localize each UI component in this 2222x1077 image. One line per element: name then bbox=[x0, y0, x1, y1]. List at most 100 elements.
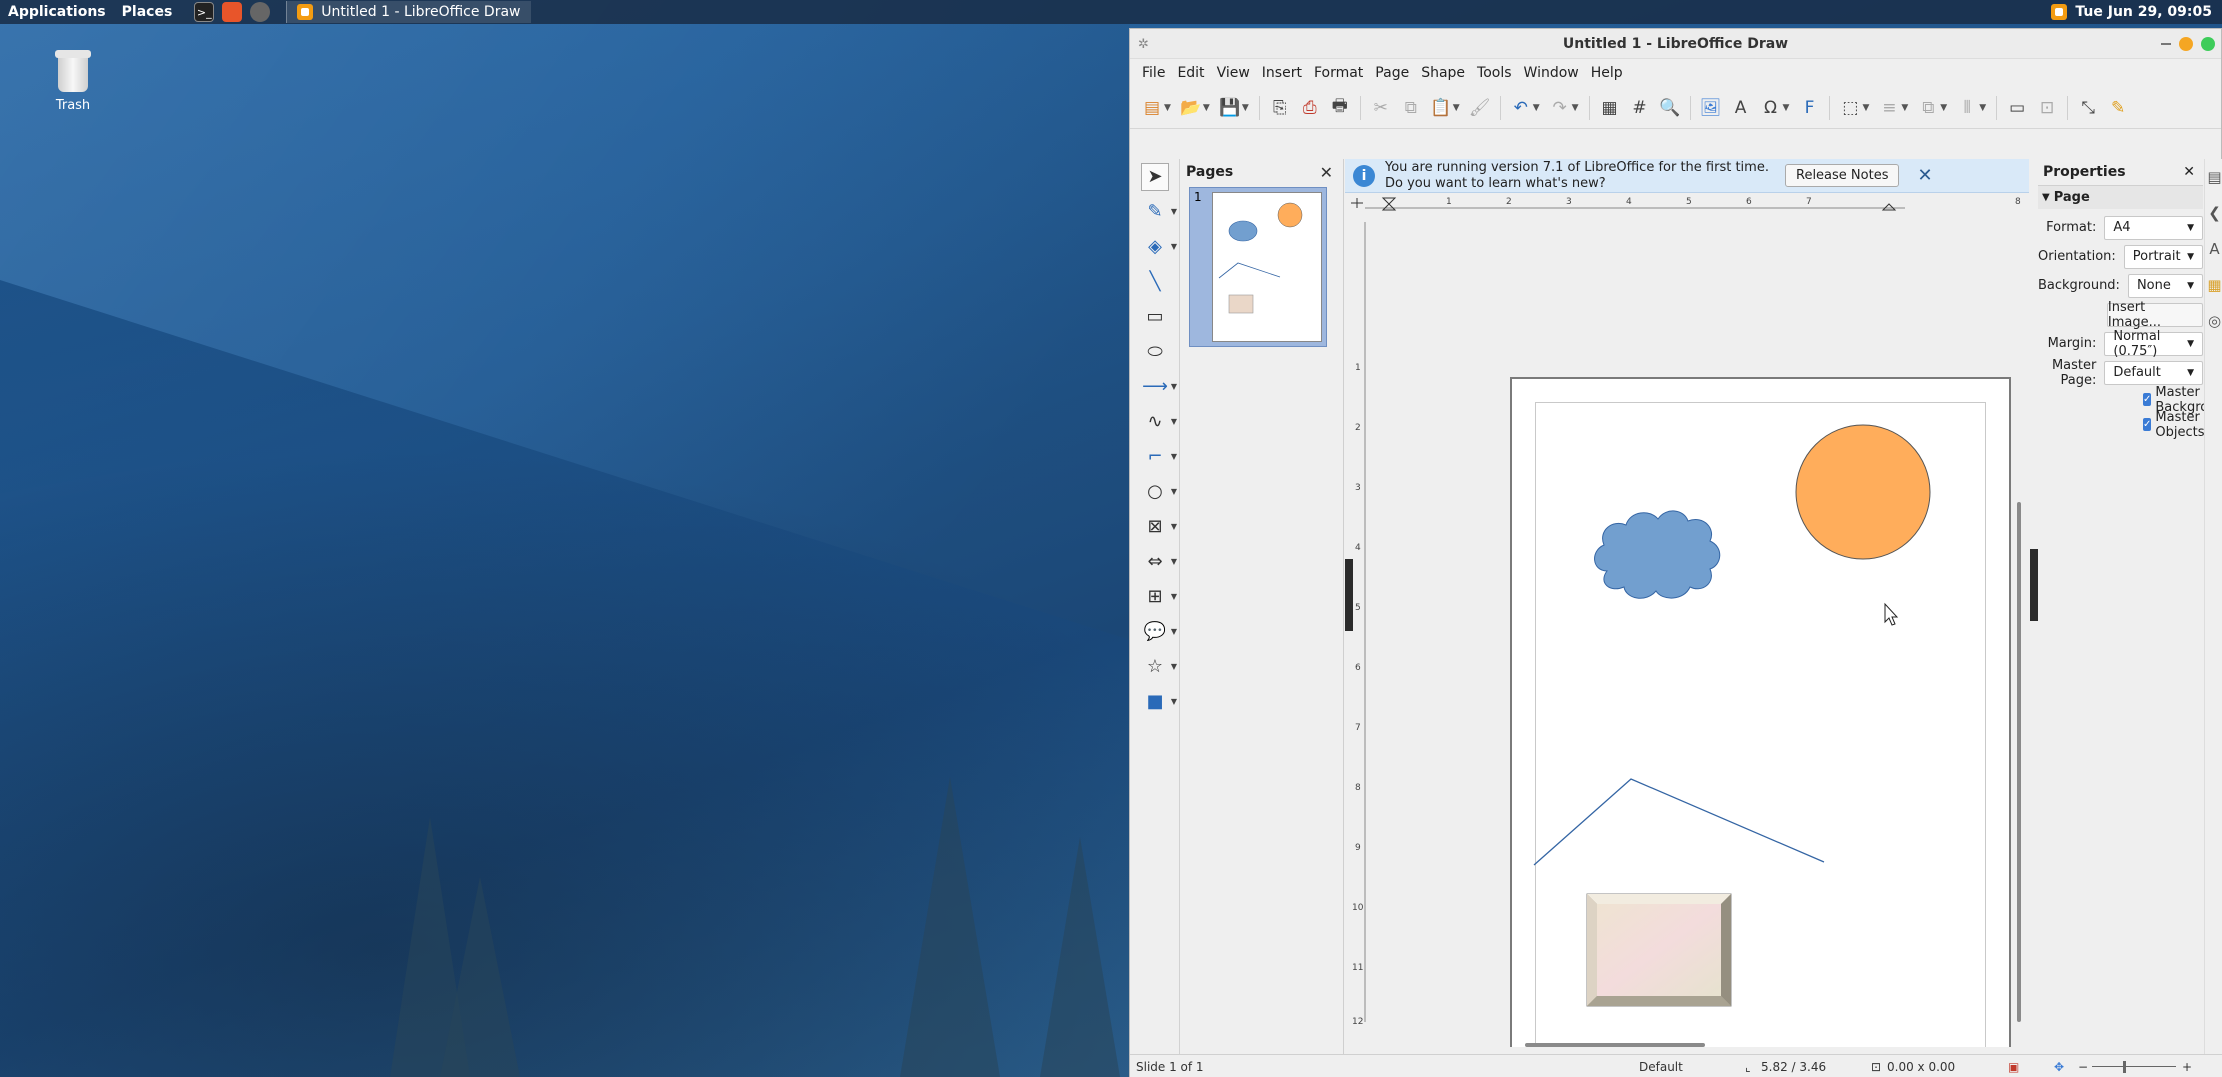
fit-page-icon[interactable]: ✥ bbox=[2054, 1060, 2064, 1074]
copy-icon[interactable]: ⧉ bbox=[1397, 94, 1425, 122]
master-background-checkbox[interactable]: ✓ Master Background bbox=[2038, 385, 2222, 415]
taskbar-item-lo-draw[interactable]: Untitled 1 - LibreOffice Draw bbox=[286, 1, 531, 23]
crop-icon[interactable]: ⊡ bbox=[2033, 94, 2061, 122]
maximize-button[interactable] bbox=[2179, 37, 2193, 51]
paste-icon[interactable]: 📋 bbox=[1427, 94, 1455, 122]
special-character-icon[interactable]: Ω bbox=[1757, 94, 1785, 122]
pages-panel-collapse-handle[interactable] bbox=[1345, 559, 1353, 631]
release-notes-button[interactable]: Release Notes bbox=[1785, 164, 1900, 187]
background-select[interactable]: None ▼ bbox=[2127, 273, 2203, 298]
rectangle-tool[interactable]: ▭ bbox=[1130, 299, 1180, 334]
redo-icon[interactable]: ↷ bbox=[1546, 94, 1574, 122]
distribute-icon[interactable]: ⫴ bbox=[1953, 94, 1981, 122]
drawing-page[interactable] bbox=[1510, 377, 2011, 1077]
horizontal-ruler[interactable]: 1 2 3 4 5 6 7 8 bbox=[1345, 194, 2029, 212]
helplines-icon[interactable]: # bbox=[1626, 94, 1654, 122]
styles-deck-icon[interactable]: ❮ bbox=[2205, 195, 2222, 231]
places-menu[interactable]: Places bbox=[114, 0, 181, 24]
master-page-select[interactable]: Default ▼ bbox=[2104, 360, 2203, 385]
menu-tools[interactable]: Tools bbox=[1471, 65, 1518, 81]
vertical-scrollbar-thumb[interactable] bbox=[2017, 502, 2021, 1022]
flowchart-tool[interactable]: ⊞ ▼ bbox=[1130, 579, 1180, 614]
document-modified-icon[interactable]: ▣ bbox=[2008, 1060, 2019, 1074]
connectors-tool[interactable]: ⌐ ▼ bbox=[1130, 439, 1180, 474]
applications-menu[interactable]: Applications bbox=[0, 0, 114, 24]
sidebar-collapse-handle[interactable] bbox=[2030, 549, 2038, 621]
close-icon[interactable]: ✕ bbox=[2183, 164, 2195, 180]
navigator-deck-icon[interactable]: ◎ bbox=[2205, 303, 2222, 339]
glue-points-icon[interactable]: ✎ bbox=[2104, 94, 2132, 122]
fontwork-icon[interactable]: F bbox=[1795, 94, 1823, 122]
cut-icon[interactable]: ✂ bbox=[1367, 94, 1395, 122]
open-folder-icon[interactable]: 📂 bbox=[1177, 94, 1205, 122]
insert-image-icon[interactable]: 🖼 bbox=[1697, 94, 1725, 122]
page-thumbnail-selected[interactable]: 1 bbox=[1189, 187, 1327, 347]
print-icon[interactable]: 🖶 bbox=[1326, 94, 1354, 122]
menu-window[interactable]: Window bbox=[1518, 65, 1585, 81]
gallery-deck-icon[interactable]: ▦ bbox=[2205, 267, 2222, 303]
undo-icon[interactable]: ↶ bbox=[1507, 94, 1535, 122]
align-icon[interactable]: ≡ bbox=[1875, 94, 1903, 122]
menu-edit[interactable]: Edit bbox=[1171, 65, 1210, 81]
close-icon[interactable]: ✕ bbox=[1320, 163, 1333, 182]
zoom-out-icon[interactable]: − bbox=[2078, 1060, 2088, 1074]
zoom-in-icon[interactable]: + bbox=[2182, 1060, 2192, 1074]
insert-textbox-icon[interactable]: A bbox=[1727, 94, 1755, 122]
zoom-icon[interactable]: 🔍 bbox=[1656, 94, 1684, 122]
firefox-icon[interactable] bbox=[222, 2, 243, 22]
export-pdf-icon[interactable]: ⎙ bbox=[1296, 94, 1324, 122]
grid-icon[interactable]: ▦ bbox=[1596, 94, 1624, 122]
arrange-icon[interactable]: ⧉ bbox=[1914, 94, 1942, 122]
ellipse-tool[interactable]: ⬭ bbox=[1130, 334, 1180, 369]
menu-view[interactable]: View bbox=[1211, 65, 1256, 81]
orientation-select[interactable]: Portrait ▼ bbox=[2123, 244, 2203, 269]
menu-file[interactable]: File bbox=[1136, 65, 1171, 81]
save-icon[interactable]: 💾 bbox=[1216, 94, 1244, 122]
character-deck-icon[interactable]: A bbox=[2205, 231, 2222, 267]
block-arrows-tool[interactable]: ⇔ ▼ bbox=[1130, 544, 1180, 579]
insert-image-button[interactable]: Insert Image... bbox=[2106, 300, 2203, 330]
callouts-tool[interactable]: 💬 ▼ bbox=[1130, 614, 1180, 649]
horizontal-scrollbar-thumb[interactable] bbox=[1525, 1043, 1705, 1047]
window-menu-icon[interactable]: ✲ bbox=[1138, 37, 1149, 52]
settings-icon[interactable] bbox=[250, 2, 271, 22]
polyline-shape[interactable] bbox=[1533, 778, 1825, 866]
menu-format[interactable]: Format bbox=[1308, 65, 1369, 81]
menu-page[interactable]: Page bbox=[1369, 65, 1415, 81]
new-document-icon[interactable]: ▤ bbox=[1138, 94, 1166, 122]
draw-app-icon[interactable] bbox=[2051, 4, 2068, 20]
circle-shape[interactable] bbox=[1795, 424, 1931, 560]
menu-shape[interactable]: Shape bbox=[1415, 65, 1471, 81]
properties-deck-icon[interactable]: ▤ bbox=[2205, 159, 2222, 195]
menu-help[interactable]: Help bbox=[1585, 65, 1629, 81]
lines-arrows-tool[interactable]: ⟶ ▼ bbox=[1130, 369, 1180, 404]
basic-shapes-tool[interactable]: ○ ▼ bbox=[1130, 474, 1180, 509]
vertical-scrollbar[interactable] bbox=[2012, 212, 2026, 1032]
zoom-slider[interactable] bbox=[2092, 1066, 2176, 1067]
trash-desktop-icon[interactable]: Trash bbox=[42, 50, 104, 113]
terminal-icon[interactable]: >_ bbox=[194, 2, 215, 22]
clone-formatting-icon[interactable]: 🖌 bbox=[1466, 94, 1494, 122]
points-icon[interactable]: ⤡ bbox=[2074, 94, 2102, 122]
shadow-icon[interactable]: ▭ bbox=[2003, 94, 2031, 122]
close-icon[interactable]: ✕ bbox=[1917, 165, 1932, 186]
menu-insert[interactable]: Insert bbox=[1256, 65, 1308, 81]
cloud-shape[interactable] bbox=[1594, 510, 1721, 599]
symbol-shapes-tool[interactable]: ⊠ ▼ bbox=[1130, 509, 1180, 544]
stars-tool[interactable]: ☆ ▼ bbox=[1130, 649, 1180, 684]
master-objects-checkbox[interactable]: ✓ Master Objects bbox=[2038, 410, 2205, 440]
page-section-header[interactable]: ▼ Page bbox=[2038, 185, 2203, 209]
zoom-slider-handle[interactable] bbox=[2123, 1061, 2126, 1073]
window-titlebar[interactable]: ✲ Untitled 1 - LibreOffice Draw bbox=[1130, 29, 2221, 59]
bevel-rectangle-shape[interactable] bbox=[1586, 893, 1732, 1007]
minimize-button[interactable] bbox=[2161, 43, 2171, 45]
line-tool[interactable]: ╲ bbox=[1130, 264, 1180, 299]
close-button[interactable] bbox=[2201, 37, 2215, 51]
export-icon[interactable]: ⎘ bbox=[1266, 94, 1294, 122]
curves-tool[interactable]: ∿ ▼ bbox=[1130, 404, 1180, 439]
line-color-tool[interactable]: ✎ ▼ bbox=[1130, 194, 1180, 229]
select-tool[interactable]: ➤ bbox=[1130, 159, 1180, 194]
margin-select[interactable]: Normal (0.75″) ▼ bbox=[2104, 329, 2203, 359]
format-select[interactable]: A4 ▼ bbox=[2104, 215, 2203, 240]
transformations-icon[interactable]: ⬚ bbox=[1836, 94, 1864, 122]
